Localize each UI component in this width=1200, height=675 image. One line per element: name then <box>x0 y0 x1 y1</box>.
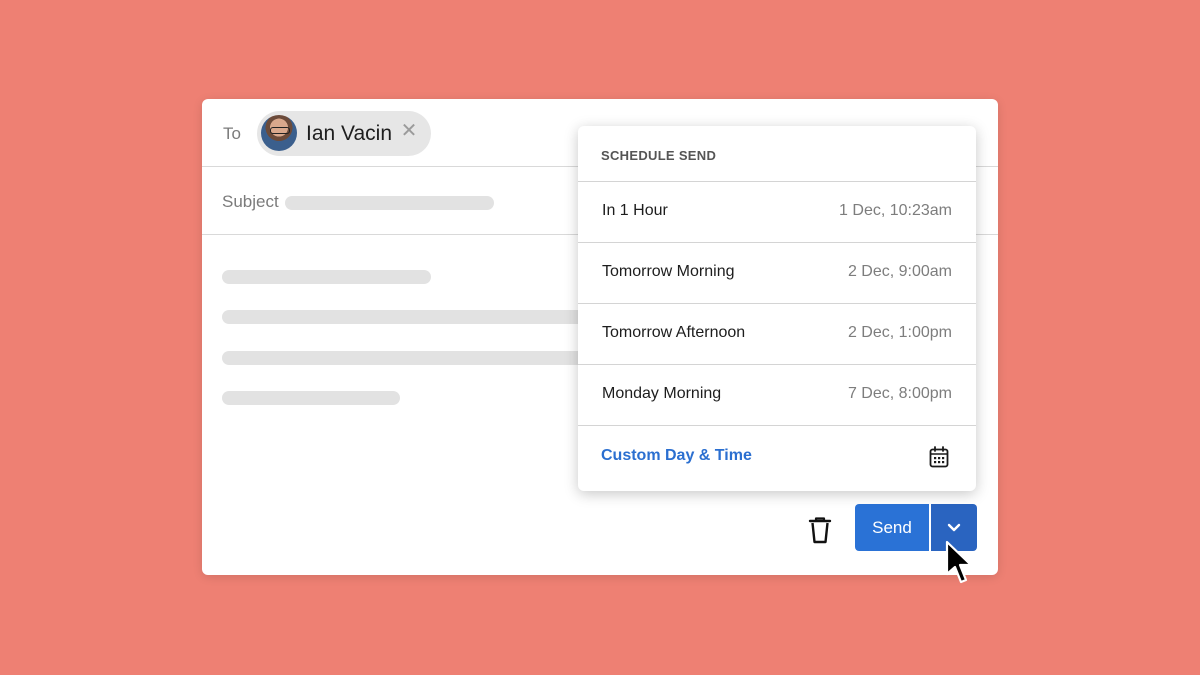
menu-item-tomorrow-morning[interactable]: Tomorrow Morning 2 Dec, 9:00am <box>578 243 976 304</box>
menu-title: SCHEDULE SEND <box>601 148 717 163</box>
menu-item-time: 2 Dec, 1:00pm <box>847 324 952 341</box>
subject-placeholder <box>285 196 494 210</box>
menu-item-label: Tomorrow Afternoon <box>602 324 746 341</box>
menu-item-label: Monday Morning <box>602 385 722 402</box>
schedule-send-menu: SCHEDULE SEND In 1 Hour 1 Dec, 10:23am T… <box>578 126 976 491</box>
calendar-icon[interactable] <box>929 446 949 468</box>
trash-icon[interactable] <box>807 515 833 545</box>
body-placeholder-line <box>222 310 602 324</box>
to-label: To <box>223 124 241 143</box>
avatar <box>261 115 297 151</box>
body-placeholder-line <box>222 270 431 284</box>
subject-label: Subject <box>222 192 279 211</box>
recipient-name: Ian Vacin <box>306 122 392 145</box>
custom-day-time-label: Custom Day & Time <box>601 447 752 464</box>
menu-item-time: 1 Dec, 10:23am <box>839 202 952 219</box>
menu-item-label: In 1 Hour <box>602 202 668 219</box>
body-placeholder-line <box>222 391 400 405</box>
menu-item-monday-morning[interactable]: Monday Morning 7 Dec, 8:00pm <box>578 365 976 426</box>
recipient-chip[interactable]: Ian Vacin ✕ <box>257 111 431 156</box>
mouse-cursor-icon <box>945 540 973 584</box>
send-button[interactable]: Send <box>855 504 929 551</box>
menu-item-time: 7 Dec, 8:00pm <box>847 385 952 402</box>
menu-header: SCHEDULE SEND <box>578 126 976 182</box>
menu-item-tomorrow-afternoon[interactable]: Tomorrow Afternoon 2 Dec, 1:00pm <box>578 304 976 365</box>
menu-item-in-1-hour[interactable]: In 1 Hour 1 Dec, 10:23am <box>578 182 976 243</box>
menu-item-label: Tomorrow Morning <box>602 263 735 280</box>
body-placeholder-line <box>222 351 602 365</box>
menu-item-time: 2 Dec, 9:00am <box>847 263 952 280</box>
menu-item-custom-day-time[interactable]: Custom Day & Time <box>578 425 976 491</box>
remove-recipient-icon[interactable]: ✕ <box>399 121 419 141</box>
